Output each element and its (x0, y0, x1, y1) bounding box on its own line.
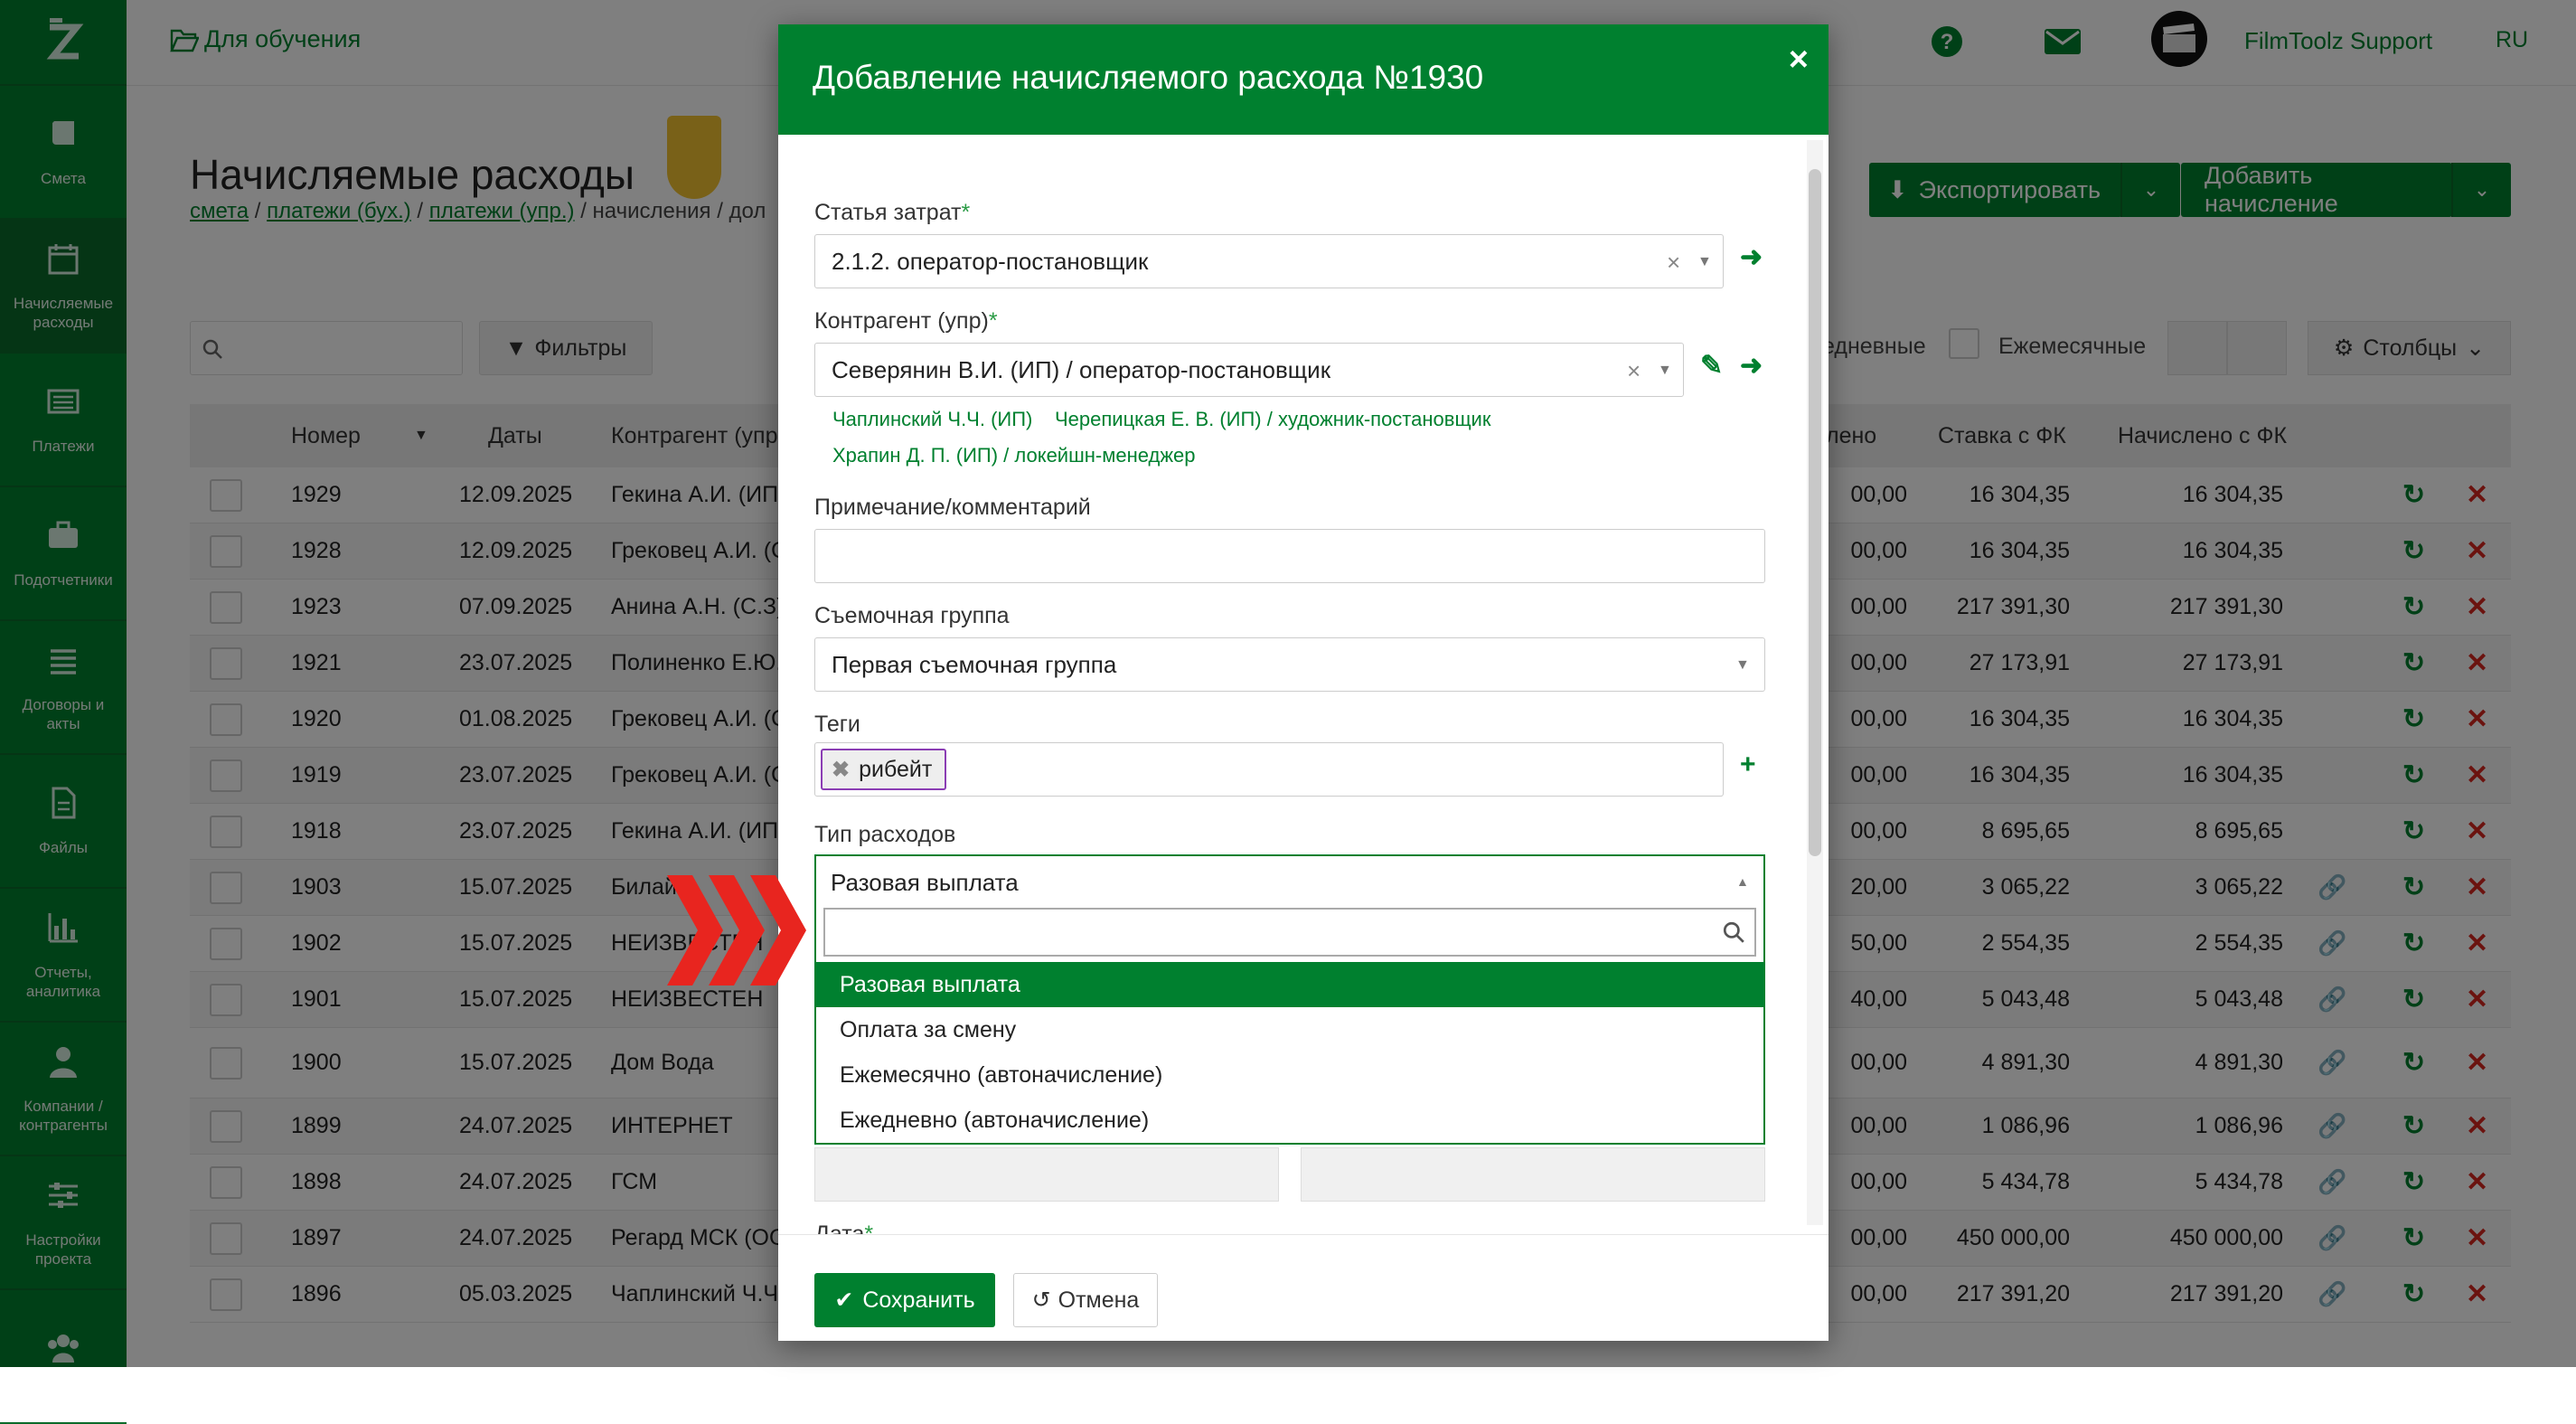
cost-item-select[interactable]: 2.1.2. оператор-постановщик × ▼ (814, 234, 1724, 288)
modal-scrollbar-thumb[interactable] (1809, 169, 1821, 856)
tags-input[interactable]: ✖ рибейт (814, 742, 1724, 797)
modal-header: Добавление начисляемого расхода №1930 × (778, 24, 1829, 135)
option-one-time-payment[interactable]: Разовая выплата (816, 962, 1763, 1007)
save-label: Сохранить (862, 1287, 975, 1313)
tag-text: рибейт (859, 756, 933, 782)
tag-chip[interactable]: ✖ рибейт (821, 749, 947, 790)
crew-value: Первая съемочная группа (832, 650, 1117, 678)
expense-type-select[interactable]: Разовая выплата ▲ (814, 854, 1765, 909)
pencil-icon[interactable]: ✎ (1700, 350, 1723, 382)
option-daily[interactable]: Ежедневно (автоначисление) (816, 1098, 1763, 1143)
counterparty-suggestion[interactable]: Черепицкая Е. В. (ИП) / художник-постано… (1055, 408, 1490, 431)
counterparty-suggestion[interactable]: Храпин Д. П. (ИП) / локейшн-менеджер (832, 444, 1196, 467)
required-mark: * (988, 308, 998, 334)
expense-type-dropdown: Разовая выплата Оплата за смену Ежемесяч… (814, 908, 1765, 1145)
disabled-field (1301, 1147, 1765, 1202)
search-icon (1723, 921, 1744, 943)
date-label: Дата* (814, 1221, 873, 1234)
modal-footer: ✔ Сохранить ↺ Отмена (778, 1234, 1829, 1341)
dropdown-arrow-up-icon[interactable]: ▲ (1736, 874, 1749, 889)
date-label-text: Дата (814, 1221, 865, 1234)
required-mark: * (961, 200, 971, 225)
modal-title: Добавление начисляемого расхода №1930 (813, 59, 1484, 96)
cost-item-label: Статья затрат* (814, 200, 970, 226)
clear-icon[interactable]: × (1667, 249, 1680, 277)
counterparty-value: Северянин В.И. (ИП) / оператор-постановщ… (832, 355, 1331, 383)
add-accrual-modal: Добавление начисляемого расхода №1930 × … (778, 24, 1829, 1341)
required-mark: * (864, 1221, 874, 1234)
counterparty-suggestion[interactable]: Чаплинский Ч.Ч. (ИП) (832, 408, 1032, 431)
undo-icon: ↺ (1031, 1287, 1051, 1313)
expense-type-label: Тип расходов (814, 822, 956, 847)
expense-type-value: Разовая выплата (831, 868, 1019, 896)
dropdown-arrow-icon[interactable]: ▼ (1658, 363, 1672, 379)
check-icon: ✔ (834, 1287, 854, 1313)
arrow-right-icon[interactable]: ➜ (1740, 350, 1763, 382)
dropdown-search-input[interactable] (823, 908, 1756, 957)
annotation-arrows-icon (667, 875, 806, 985)
clear-icon[interactable]: × (1627, 357, 1641, 385)
counterparty-label: Контрагент (упр)* (814, 308, 998, 335)
disabled-field (814, 1147, 1279, 1202)
dropdown-arrow-icon[interactable]: ▼ (1697, 254, 1712, 270)
cost-item-value: 2.1.2. оператор-постановщик (832, 247, 1149, 275)
cancel-button[interactable]: ↺ Отмена (1013, 1273, 1158, 1327)
cancel-label: Отмена (1058, 1287, 1140, 1313)
close-icon[interactable]: × (1789, 41, 1809, 80)
note-input[interactable] (814, 529, 1765, 583)
save-button[interactable]: ✔ Сохранить (814, 1273, 995, 1327)
remove-tag-icon[interactable]: ✖ (832, 757, 850, 783)
dropdown-arrow-icon[interactable]: ▼ (1735, 657, 1750, 674)
cost-item-label-text: Статья затрат (814, 200, 962, 225)
crew-select[interactable]: Первая съемочная группа ▼ (814, 637, 1765, 692)
tags-label: Теги (814, 712, 860, 737)
option-monthly[interactable]: Ежемесячно (автоначисление) (816, 1052, 1763, 1098)
option-per-shift[interactable]: Оплата за смену (816, 1007, 1763, 1052)
note-label: Примечание/комментарий (814, 495, 1091, 520)
modal-body: Статья затрат* 2.1.2. оператор-постановщ… (778, 135, 1803, 1234)
crew-label: Съемочная группа (814, 603, 1010, 628)
plus-icon[interactable]: + (1740, 750, 1756, 780)
counterparty-select[interactable]: Северянин В.И. (ИП) / оператор-постановщ… (814, 343, 1684, 397)
counterparty-label-text: Контрагент (упр) (814, 308, 989, 334)
arrow-right-icon[interactable]: ➜ (1740, 241, 1763, 273)
